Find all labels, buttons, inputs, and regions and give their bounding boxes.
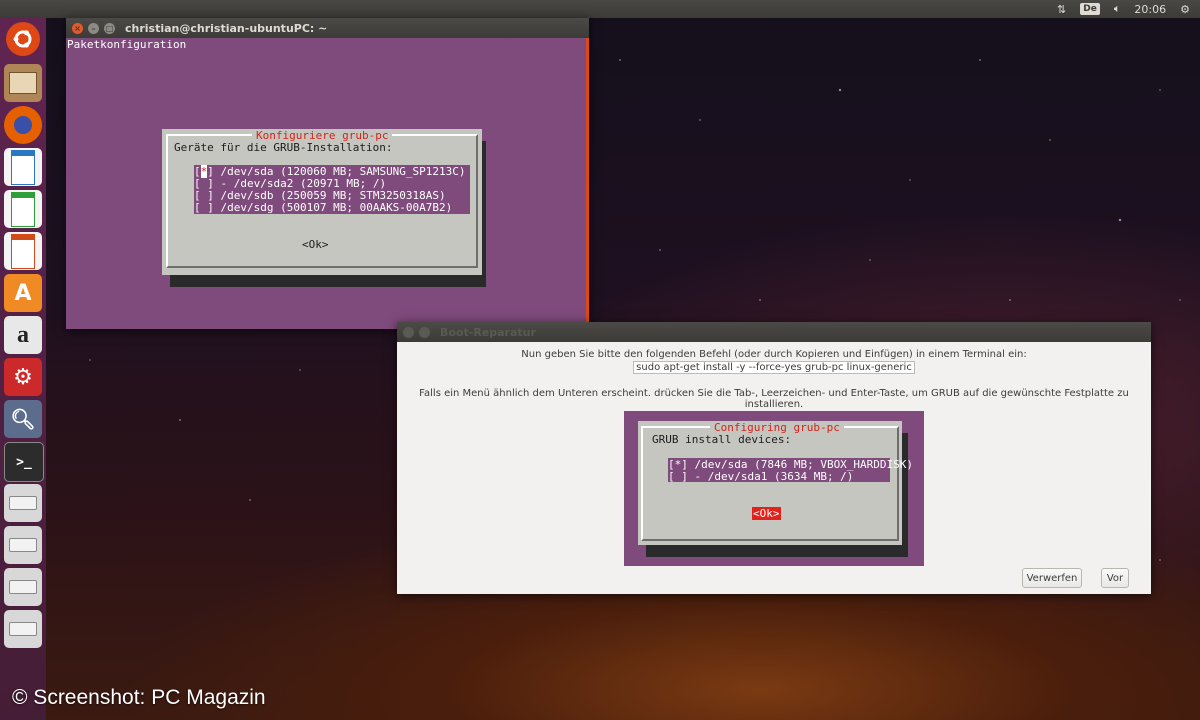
terminal-scroll-edge	[586, 38, 589, 329]
boot-repair-title: Boot-Reparatur	[440, 325, 536, 339]
power-gear-icon[interactable]: ⚙	[1180, 3, 1190, 16]
drive-2-icon[interactable]	[4, 568, 42, 606]
ubuntu-dash-icon[interactable]	[6, 22, 40, 56]
terminal-icon[interactable]: >_	[4, 442, 44, 482]
watermark: © Screenshot: PC Magazin	[12, 686, 266, 709]
example-dialog: Configuring grub-pc GRUB install devices…	[638, 421, 913, 545]
example-ok-button: <Ok>	[752, 507, 781, 520]
terminal-window: × – □ christian@christian-ubuntuPC: ~ Pa…	[66, 18, 589, 329]
firefox-icon[interactable]	[4, 106, 42, 144]
terminal-header: Paketkonfiguration	[67, 38, 187, 51]
software-center-icon[interactable]: A	[4, 274, 42, 312]
terminal-body[interactable]: Paketkonfiguration Konfiguriere grub-pc …	[66, 38, 586, 329]
command-text[interactable]: sudo apt-get install -y --force-yes grub…	[633, 361, 915, 374]
boot-repair-window: Boot-Reparatur Nun geben Sie bitte den f…	[397, 322, 1151, 594]
instruction-text: Nun geben Sie bitte den folgenden Befehl…	[521, 349, 1027, 360]
command-line: sudo apt-get install -y --force-yes grub…	[397, 361, 1151, 374]
usb-drive-icon[interactable]	[4, 484, 42, 522]
terminal-titlebar[interactable]: × – □ christian@christian-ubuntuPC: ~	[66, 18, 589, 38]
keyboard-layout-indicator[interactable]: De	[1080, 3, 1100, 15]
example-device-list: [*] /dev/sda (7846 MB; VBOX_HARDDISK) [ …	[668, 458, 913, 483]
amazon-icon[interactable]: a	[4, 316, 42, 354]
cancel-button[interactable]: Verwerfen	[1022, 568, 1082, 588]
ok-button[interactable]: <Ok>	[302, 238, 329, 251]
top-panel: ⇅ De 🔈︎ 20:06 ⚙	[0, 0, 1200, 18]
libreoffice-calc-icon[interactable]	[4, 190, 42, 228]
device-row[interactable]: [ ] /dev/sdg (500107 MB; 00AAKS-00A7B2)	[194, 201, 452, 214]
next-button[interactable]: Vor	[1101, 568, 1129, 588]
launcher: A a ⚙ 🔍︎ >_	[0, 18, 46, 720]
files-icon[interactable]	[4, 64, 42, 102]
minimize-icon[interactable]	[419, 326, 430, 338]
example-device-row: [ ] - /dev/sda1 (3634 MB; /)	[668, 470, 854, 483]
drive-1-icon[interactable]	[4, 526, 42, 564]
system-tray: ⇅ De 🔈︎ 20:06 ⚙	[1057, 0, 1190, 18]
close-icon[interactable]: ×	[72, 22, 83, 34]
grub-config-dialog: Konfiguriere grub-pc Geräte für die GRUB…	[162, 129, 482, 275]
libreoffice-impress-icon[interactable]	[4, 232, 42, 270]
hint-text: Falls ein Menü ähnlich dem Unteren ersch…	[419, 388, 1129, 410]
boot-repair-titlebar[interactable]: Boot-Reparatur	[397, 322, 1151, 342]
system-settings-icon[interactable]: ⚙	[4, 358, 42, 396]
device-check[interactable]	[201, 201, 208, 214]
libreoffice-writer-icon[interactable]	[4, 148, 42, 186]
dialog-prompt: Geräte für die GRUB-Installation:	[174, 141, 393, 154]
close-icon[interactable]	[403, 326, 414, 338]
volume-icon[interactable]: 🔈︎	[1114, 2, 1121, 16]
device-list: [*] /dev/sda (120060 MB; SAMSUNG_SP1213C…	[194, 165, 470, 214]
clock[interactable]: 20:06	[1134, 3, 1166, 16]
maximize-icon[interactable]: □	[104, 22, 115, 34]
minimize-icon[interactable]: –	[88, 22, 99, 34]
disk-search-icon[interactable]: 🔍︎	[4, 400, 42, 438]
terminal-title: christian@christian-ubuntuPC: ~	[125, 21, 328, 35]
drive-3-icon[interactable]	[4, 610, 42, 648]
network-arrows-icon[interactable]: ⇅	[1057, 3, 1066, 16]
device-label: /dev/sdg (500107 MB; 00AAKS-00A7B2)	[220, 201, 453, 214]
example-dialog-image: Configuring grub-pc GRUB install devices…	[624, 411, 924, 566]
example-dialog-prompt: GRUB install devices:	[652, 433, 792, 446]
